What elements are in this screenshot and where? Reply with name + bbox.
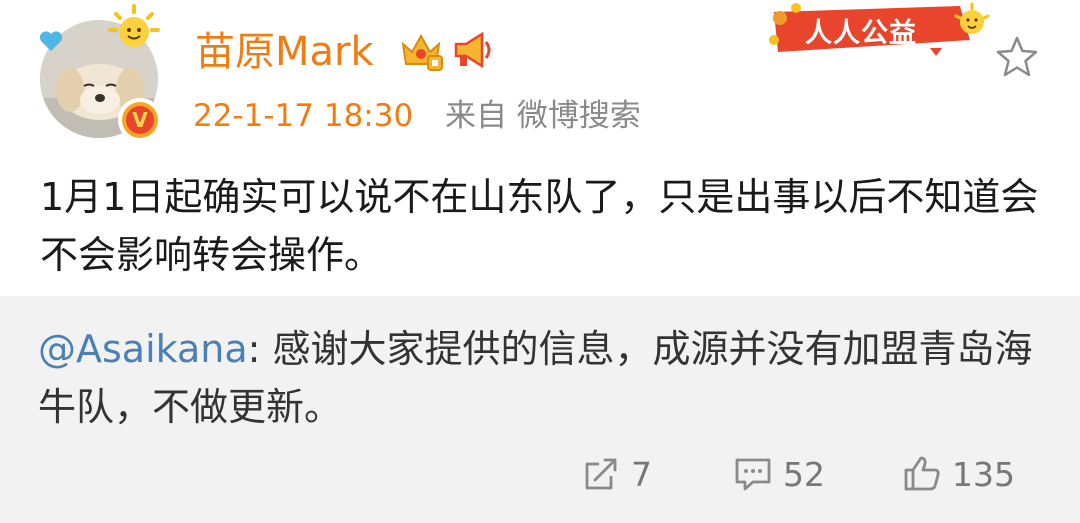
like-count: 135: [952, 454, 1015, 494]
star-icon[interactable]: [994, 34, 1040, 80]
repost-mention[interactable]: @Asaikana: [38, 327, 248, 371]
sun-badge-icon: [108, 4, 160, 47]
comment-button[interactable]: 52: [733, 446, 825, 502]
post-source[interactable]: 来自 微博搜索: [445, 98, 641, 134]
verified-mark: V: [126, 106, 154, 134]
share-button[interactable]: 7: [581, 446, 652, 502]
post-timestamp: 22-1-17 18:30: [193, 98, 414, 134]
verified-icon: V: [118, 98, 162, 142]
charity-label[interactable]: 人人公益: [805, 11, 917, 50]
like-icon: [904, 456, 940, 491]
megaphone-icon[interactable]: [452, 30, 496, 70]
comment-count: 52: [783, 454, 825, 494]
heart-icon: [39, 31, 63, 51]
comment-icon: [735, 458, 771, 491]
repost-text: @Asaikana: 感谢大家提供的信息，成源并没有加盟青岛海牛队，不做更新。: [38, 320, 1048, 436]
crown-icon[interactable]: [398, 28, 444, 72]
post-card: V 苗原Mark 22-1-17 18:30 来自 微博搜索 人人公益 1月1日…: [0, 0, 1080, 296]
post-meta: 22-1-17 18:30 来自 微博搜索: [193, 94, 641, 138]
repost-card[interactable]: @Asaikana: 感谢大家提供的信息，成源并没有加盟青岛海牛队，不做更新。 …: [0, 296, 1080, 523]
username[interactable]: 苗原Mark: [195, 26, 374, 78]
share-count: 7: [631, 454, 652, 494]
like-button[interactable]: 135: [902, 446, 1015, 502]
share-icon: [585, 458, 617, 490]
post-content: 1月1日起确实可以说不在山东队了，只是出事以后不知道会不会影响转会操作。: [40, 175, 1039, 277]
